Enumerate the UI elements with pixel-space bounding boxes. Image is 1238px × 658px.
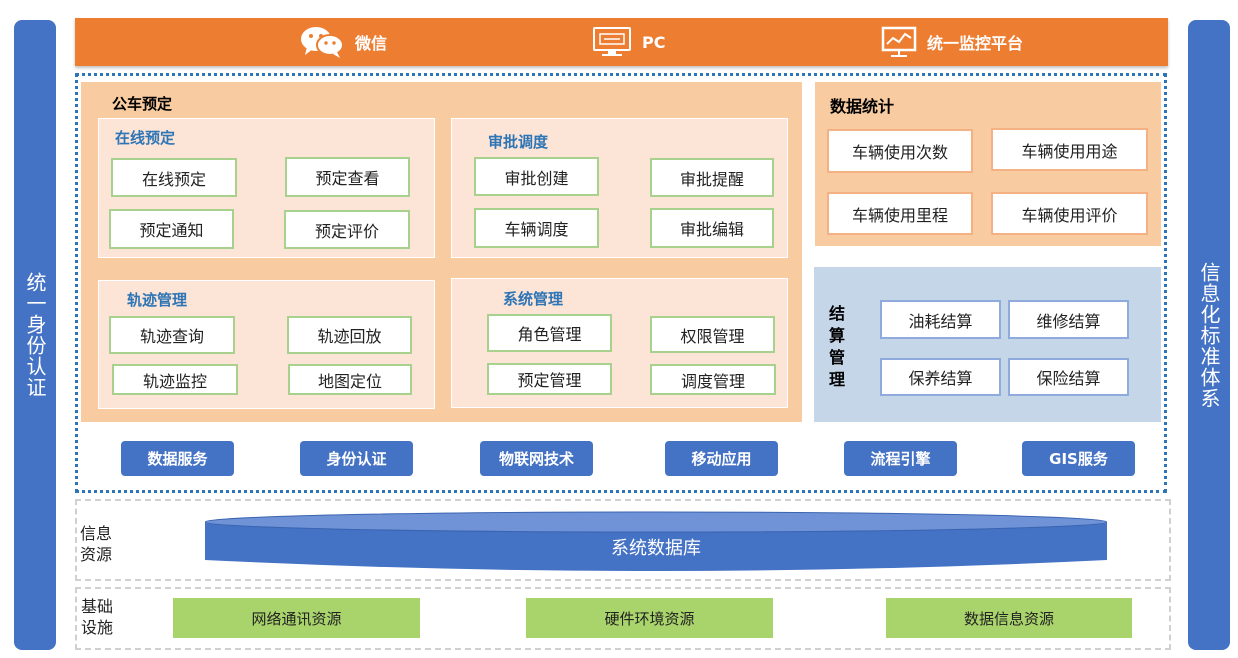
- map-locate-button[interactable]: 地图定位: [288, 364, 412, 395]
- usage-review-button[interactable]: 车辆使用评价: [991, 192, 1148, 235]
- booking-review-button[interactable]: 预定评价: [284, 210, 410, 249]
- usage-count-button[interactable]: 车辆使用次数: [827, 129, 973, 173]
- gis-service-button[interactable]: GIS服务: [1022, 441, 1135, 476]
- hardware-resource-block: 硬件环境资源: [526, 598, 773, 638]
- approval-title: 审批调度: [488, 133, 549, 151]
- insurance-settlement-button[interactable]: 保险结算: [1008, 358, 1129, 396]
- track-replay-button[interactable]: 轨迹回放: [287, 316, 412, 354]
- usage-mileage-button[interactable]: 车辆使用里程: [827, 192, 973, 235]
- booking-title: 公车预定: [112, 95, 173, 113]
- wechat-icon: [301, 27, 344, 58]
- system-database-label: 系统数据库: [611, 538, 701, 559]
- mobile-app-button[interactable]: 移动应用: [665, 441, 778, 476]
- usage-purpose-button[interactable]: 车辆使用用途: [991, 128, 1148, 171]
- statistics-title: 数据统计: [830, 97, 895, 116]
- system-title: 系统管理: [503, 290, 564, 308]
- info-resources-label: 信息资源: [80, 524, 113, 564]
- track-query-button[interactable]: 轨迹查询: [109, 316, 235, 354]
- maintenance-settlement-button[interactable]: 保养结算: [880, 358, 1001, 396]
- dispatch-management-button[interactable]: 调度管理: [650, 364, 776, 395]
- wechat-label: 微信: [355, 34, 388, 53]
- booking-management-button[interactable]: 预定管理: [487, 363, 612, 395]
- unified-identity-bar: 统一身份认证: [14, 20, 56, 650]
- fuel-settlement-button[interactable]: 油耗结算: [880, 300, 1001, 339]
- monitor-platform-entry[interactable]: 统一监控平台: [881, 18, 1023, 66]
- settlement-area: [814, 267, 1161, 422]
- online-booking-title: 在线预定: [115, 129, 176, 147]
- infrastructure-label: 基础设施: [81, 597, 114, 637]
- data-service-button[interactable]: 数据服务: [121, 441, 234, 476]
- booking-view-button[interactable]: 预定查看: [285, 157, 410, 197]
- network-resource-block: 网络通讯资源: [173, 598, 420, 638]
- approval-create-button[interactable]: 审批创建: [474, 157, 599, 196]
- online-booking-button[interactable]: 在线预定: [111, 158, 237, 197]
- track-title: 轨迹管理: [127, 291, 188, 309]
- pc-label: PC: [642, 32, 666, 52]
- monitoring-screen-icon: [881, 26, 917, 57]
- client-bar: 微信 PC 统一监控平台: [75, 18, 1168, 66]
- info-standard-bar: 信息化标准体系: [1188, 20, 1230, 650]
- iot-tech-button[interactable]: 物联网技术: [480, 441, 593, 476]
- booking-notice-button[interactable]: 预定通知: [109, 209, 234, 249]
- workflow-engine-button[interactable]: 流程引擎: [844, 441, 957, 476]
- track-monitor-button[interactable]: 轨迹监控: [112, 364, 238, 395]
- approval-edit-button[interactable]: 审批编辑: [650, 208, 774, 248]
- settlement-title: 结算管理: [829, 304, 846, 389]
- vehicle-dispatch-button[interactable]: 车辆调度: [474, 208, 599, 248]
- permission-management-button[interactable]: 权限管理: [650, 316, 775, 353]
- approval-reminder-button[interactable]: 审批提醒: [650, 158, 774, 197]
- wechat-entry[interactable]: 微信: [299, 18, 387, 66]
- data-resource-block: 数据信息资源: [886, 598, 1132, 638]
- computer-monitor-icon: [593, 27, 631, 56]
- repair-settlement-button[interactable]: 维修结算: [1008, 300, 1129, 339]
- monitor-platform-label: 统一监控平台: [927, 34, 1024, 53]
- identity-auth-button[interactable]: 身份认证: [300, 441, 413, 476]
- role-management-button[interactable]: 角色管理: [487, 314, 612, 352]
- pc-entry[interactable]: PC: [592, 18, 665, 66]
